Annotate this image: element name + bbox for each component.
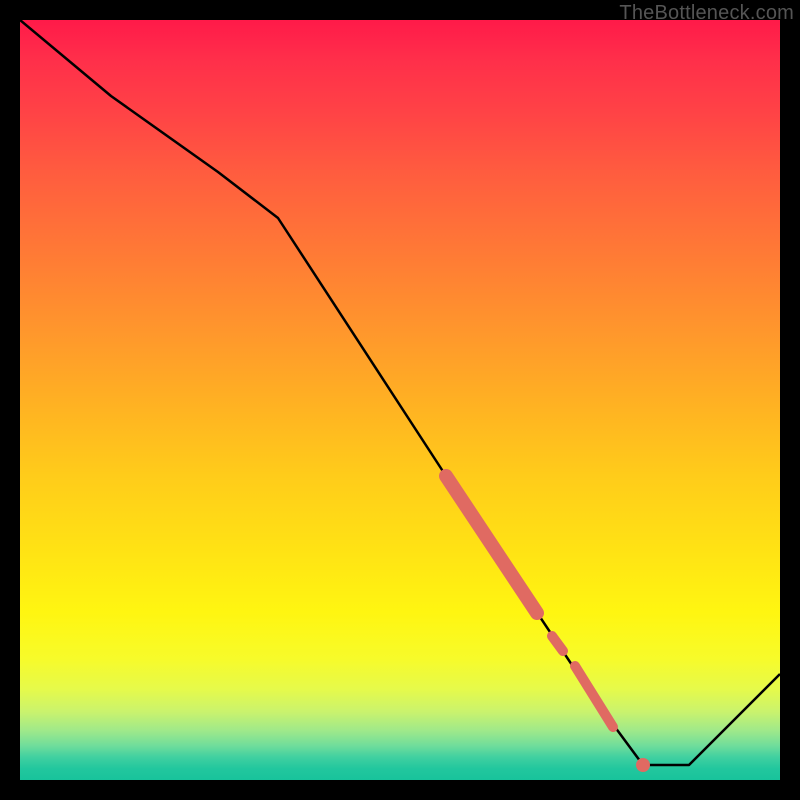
watermark-text: TheBottleneck.com bbox=[619, 2, 794, 25]
trend-line bbox=[20, 20, 780, 765]
plot-area bbox=[20, 20, 780, 780]
highlight-segment-2 bbox=[552, 636, 563, 651]
chart-frame: TheBottleneck.com bbox=[0, 0, 800, 800]
highlight-point bbox=[636, 758, 650, 772]
chart-svg bbox=[20, 20, 780, 780]
highlight-segment-3 bbox=[575, 666, 613, 727]
highlight-segment-1 bbox=[446, 476, 537, 613]
